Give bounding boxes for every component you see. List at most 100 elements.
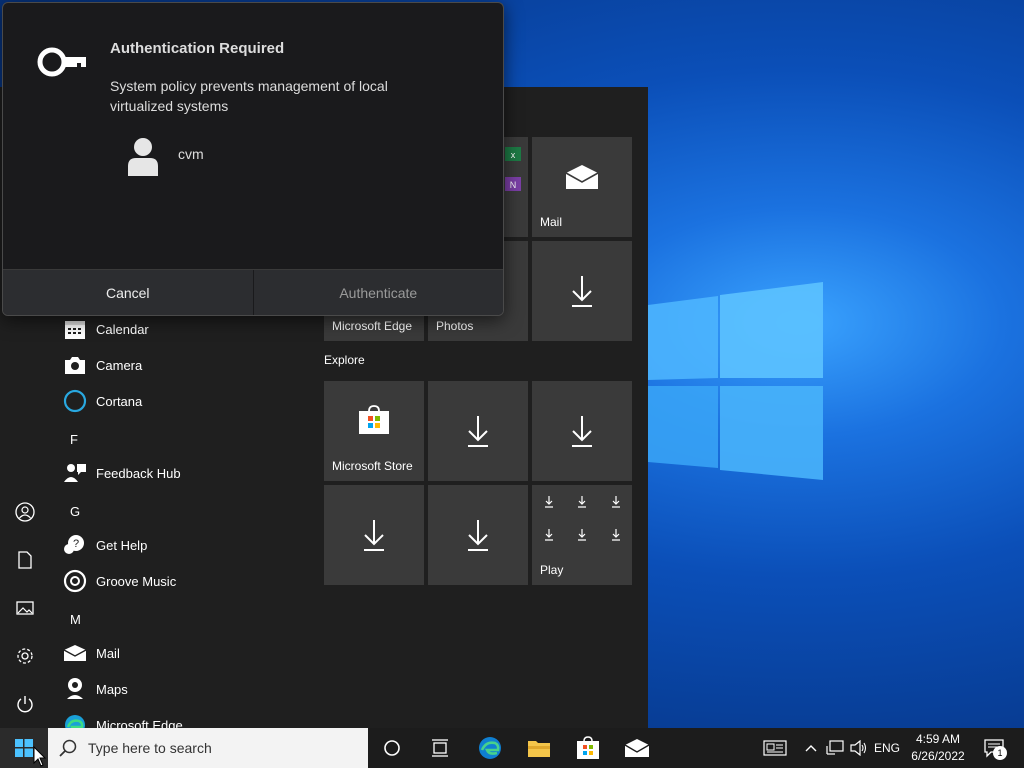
windows-wallpaper-logo [648, 282, 823, 480]
action-center-button[interactable]: 1 [978, 728, 1012, 768]
documents-icon[interactable] [13, 548, 37, 572]
tile-mail[interactable]: Mail [532, 137, 632, 237]
cortana-button[interactable] [368, 728, 416, 768]
app-maps[interactable]: Maps [62, 671, 128, 707]
section-letter-m[interactable]: M [70, 612, 81, 627]
calendar-icon [62, 316, 88, 342]
tile-label: Photos [436, 319, 474, 333]
account-icon[interactable] [13, 500, 37, 524]
key-icon [37, 47, 86, 77]
user-avatar-icon [128, 138, 158, 176]
app-label: Mail [96, 645, 120, 661]
tile-download-2[interactable] [428, 381, 528, 481]
download-arrow-icon [532, 381, 632, 481]
news-icon [763, 740, 787, 756]
tile-download-3[interactable] [532, 381, 632, 481]
folder-icon [528, 741, 550, 757]
get-help-icon: ? [62, 532, 88, 558]
taskbar-file-explorer[interactable] [515, 728, 563, 768]
notification-count-badge: 1 [993, 746, 1007, 760]
app-groove-music[interactable]: Groove Music [62, 563, 176, 599]
windows-logo-icon [15, 739, 33, 757]
clock-time: 4:59 AM [915, 732, 961, 746]
cancel-button[interactable]: Cancel [3, 270, 254, 315]
tile-label: Mail [540, 215, 563, 229]
edge-icon [479, 737, 501, 759]
store-icon [577, 736, 599, 759]
show-hidden-icons-button[interactable] [800, 728, 822, 768]
taskbar: Type here to search ENG 4:59 AM 6/26/202… [0, 728, 1024, 768]
mail-icon [624, 739, 650, 757]
task-view-icon [432, 739, 448, 757]
dialog-button-row: Cancel Authenticate [3, 269, 503, 315]
mail-icon [62, 640, 88, 666]
app-camera[interactable]: Camera [62, 347, 142, 383]
power-icon[interactable] [13, 692, 37, 716]
app-get-help[interactable]: ? Get Help [62, 527, 147, 563]
store-icon [324, 381, 424, 459]
camera-icon [62, 352, 88, 378]
authentication-dialog: Authentication Required System policy pr… [2, 2, 504, 316]
app-label: Microsoft Edge [96, 717, 183, 729]
app-label: Camera [96, 357, 143, 373]
taskbar-store[interactable] [564, 728, 612, 768]
mail-tile-icon [532, 137, 632, 217]
tile-download-1[interactable] [532, 241, 632, 341]
download-arrow-icon [324, 485, 424, 585]
taskbar-edge[interactable] [466, 728, 514, 768]
authenticate-button[interactable]: Authenticate [253, 270, 503, 315]
volume-button[interactable] [848, 728, 870, 768]
app-cortana[interactable]: Cortana [62, 383, 142, 419]
language-indicator[interactable]: ENG [872, 728, 902, 768]
taskbar-search-box[interactable]: Type here to search [48, 728, 368, 768]
app-label: Groove Music [96, 573, 177, 589]
task-view-button[interactable] [416, 728, 464, 768]
download-arrow-icon [428, 485, 528, 585]
maps-icon [62, 676, 88, 702]
section-letter-g[interactable]: G [70, 504, 80, 519]
network-button[interactable] [824, 728, 846, 768]
svg-text:x: x [511, 150, 516, 160]
office-apps-icon: x N [505, 147, 521, 191]
edge-icon [62, 712, 88, 728]
tile-label: Play [540, 563, 564, 577]
app-calendar[interactable]: Calendar [62, 311, 149, 347]
download-arrow-icon [428, 381, 528, 481]
dialog-message: System policy prevents management of loc… [110, 78, 388, 114]
section-letter-f[interactable]: F [70, 432, 78, 447]
clock-date: 6/26/2022 [911, 749, 965, 763]
play-folder-download-icons [545, 496, 620, 541]
svg-text:N: N [510, 180, 517, 190]
app-mail[interactable]: Mail [62, 635, 120, 671]
app-label: Calendar [96, 321, 149, 337]
app-microsoft-edge[interactable]: Microsoft Edge [62, 707, 183, 728]
app-label: Cortana [96, 393, 143, 409]
clock[interactable]: 4:59 AM 6/26/2022 [900, 731, 976, 765]
news-widget-button[interactable] [760, 728, 790, 768]
tile-microsoft-store[interactable]: Microsoft Store [324, 381, 424, 481]
download-arrow-icon [532, 241, 632, 341]
tile-download-4[interactable] [324, 485, 424, 585]
chevron-up-icon [805, 745, 817, 752]
dialog-username: cvm [178, 146, 204, 162]
volume-icon [850, 740, 867, 756]
dialog-title: Authentication Required [110, 40, 285, 57]
tile-label: Microsoft Edge [332, 319, 413, 333]
mouse-cursor-icon [33, 746, 47, 767]
groove-music-icon [62, 568, 88, 594]
taskbar-mail[interactable] [613, 728, 661, 768]
pictures-icon[interactable] [13, 596, 37, 620]
network-icon [826, 740, 844, 755]
cortana-icon [62, 388, 88, 414]
tile-group-explore[interactable]: Explore [324, 353, 365, 367]
search-placeholder: Type here to search [88, 740, 212, 756]
app-label: Feedback Hub [96, 465, 181, 481]
cortana-circle-icon [384, 740, 400, 756]
tile-label: Microsoft Store [332, 459, 413, 473]
settings-gear-icon[interactable] [13, 644, 37, 668]
app-feedback-hub[interactable]: Feedback Hub [62, 455, 181, 491]
tile-download-5[interactable] [428, 485, 528, 585]
svg-text:?: ? [73, 538, 79, 550]
tile-play[interactable]: Play [532, 485, 632, 585]
app-label: Maps [96, 681, 128, 697]
